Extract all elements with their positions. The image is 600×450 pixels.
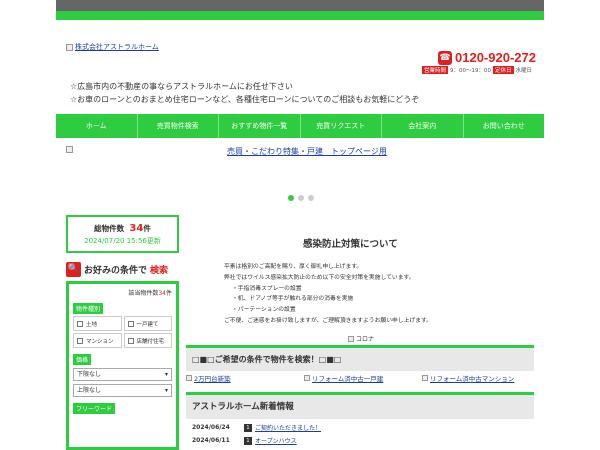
updated-time: 2024/07/20 15:56更新 (84, 237, 161, 245)
checkbox[interactable] (127, 337, 134, 344)
chevron-down-icon: ▾ (164, 387, 168, 394)
type-land[interactable]: 土地 (73, 316, 122, 331)
price-max-select[interactable]: 上限なし ▾ (73, 384, 172, 397)
type-house[interactable]: 一戸建て (123, 316, 172, 331)
global-nav: ホーム 売買物件検索 おすすめ物件一覧 売買リクエスト 会社案内 お問い合わせ (56, 114, 544, 138)
phone-number: 0120-920-272 (455, 50, 536, 65)
type-checkboxes: 土地 一戸建て マンション 店舗付住宅 (73, 316, 172, 348)
search-heading: 🔍 お好みの条件で 検索 (66, 262, 169, 277)
search-icon: 🔍 (66, 262, 81, 277)
main-banner[interactable]: 売買・こだわり特集・戸建 トップページ用 (66, 146, 387, 157)
nav-recommended[interactable]: おすすめ物件一覧 (219, 114, 301, 138)
company-logo[interactable]: 株式会社アストラルホーム (66, 42, 159, 52)
slider-dot-1[interactable] (288, 195, 294, 201)
checkbox[interactable] (77, 320, 83, 327)
matching-count: 該当物件数34件 (128, 290, 172, 297)
broken-image-icon (304, 375, 310, 381)
nav-contact[interactable]: お問い合わせ (464, 114, 545, 138)
nav-company[interactable]: 会社案内 (382, 114, 464, 138)
top-gray-bar (56, 0, 544, 11)
news-list: 2024/06/24 1 ご契約いただきました！ 2024/06/11 1 オー… (192, 421, 321, 447)
condition-link-mansion[interactable]: リフォーム済中古マンション (422, 373, 514, 383)
condition-link-house[interactable]: リフォーム済中古一戸建 (304, 373, 422, 383)
holiday-tag: 定休日 (493, 66, 514, 74)
top-green-bar (56, 11, 544, 20)
broken-image-icon (422, 375, 428, 381)
condition-links: 2万円台新築 リフォーム済中古一戸建 リフォーム済中古マンション (186, 373, 514, 383)
broken-image-icon (186, 375, 192, 381)
type-mansion[interactable]: マンション (73, 333, 122, 348)
list-item: 2024/06/11 1 オープンハウス (192, 436, 297, 445)
intro-line-1: ☆広島市内の不動産の事ならアストラルホームにお任せ下さい (70, 82, 293, 91)
holiday-text: 水曜日 (515, 68, 533, 74)
broken-image-icon (66, 43, 73, 51)
slider-dots (288, 195, 314, 201)
type-shop-house[interactable]: 店舗付住宅 (123, 333, 172, 348)
checkbox[interactable] (77, 337, 83, 344)
list-item: 2024/06/24 1 ご契約いただきました！ (192, 423, 322, 432)
conditions-heading: □■□ご希望の条件で物件を検索！□■□ (186, 345, 534, 371)
freeword-label: フリーワード (73, 403, 116, 414)
checkbox[interactable] (127, 320, 134, 327)
phone-contact[interactable]: ☎ 0120-920-272 (438, 50, 536, 65)
intro-text: ☆広島市内の不動産の事ならアストラルホームにお任せ下さい ☆お車のローンとのおま… (70, 80, 419, 106)
corona-image: コロナ (348, 334, 374, 343)
banner-link[interactable]: 売買・こだわり特集・戸建 トップページ用 (227, 146, 387, 157)
article-title: 感染防止対策について (303, 239, 398, 250)
broken-image-icon (348, 335, 354, 342)
price-min-select[interactable]: 下限なし ▾ (73, 368, 172, 381)
nav-home[interactable]: ホーム (56, 114, 138, 138)
broken-image-icon (66, 146, 73, 153)
price-label: 価格 (73, 354, 92, 365)
slider-dot-3[interactable] (308, 195, 314, 201)
type-label: 物件種別 (73, 303, 104, 314)
property-count-box: 総物件数 34件 2024/07/20 15:56更新 (66, 215, 179, 253)
intro-line-2: ☆お車のローンとのおまとめ住宅ローンなど、各種住宅ローンについてのご相談もお気軽… (70, 95, 420, 104)
nav-request[interactable]: 売買リクエスト (301, 114, 382, 138)
hours-text: 9：00～19：00 (450, 68, 492, 74)
article-body: 平素は格別のご高配を賜り、厚く御礼申し上げます。 弊社ではウイルス感染拡大防止の… (224, 264, 432, 324)
total-count: 総物件数 34件 (94, 223, 151, 234)
hours-tag: 営業時間 (422, 66, 449, 74)
business-hours: 営業時間 9：00～19：00 定休日 水曜日 (422, 66, 532, 74)
slider-dot-2[interactable] (298, 195, 304, 201)
search-panel: 該当物件数34件 物件種別 土地 一戸建て マンション 店舗付住宅 価格 下限な… (66, 281, 179, 450)
logo-link[interactable]: 株式会社アストラルホーム (75, 42, 159, 52)
telephone-icon: ☎ (438, 50, 452, 65)
total-count-number: 34 (129, 223, 144, 234)
nav-search[interactable]: 売買物件検索 (138, 114, 219, 138)
news-heading: アストラルホーム新着情報 (186, 392, 534, 419)
chevron-down-icon: ▾ (164, 371, 168, 378)
condition-link-new[interactable]: 2万円台新築 (186, 373, 304, 383)
